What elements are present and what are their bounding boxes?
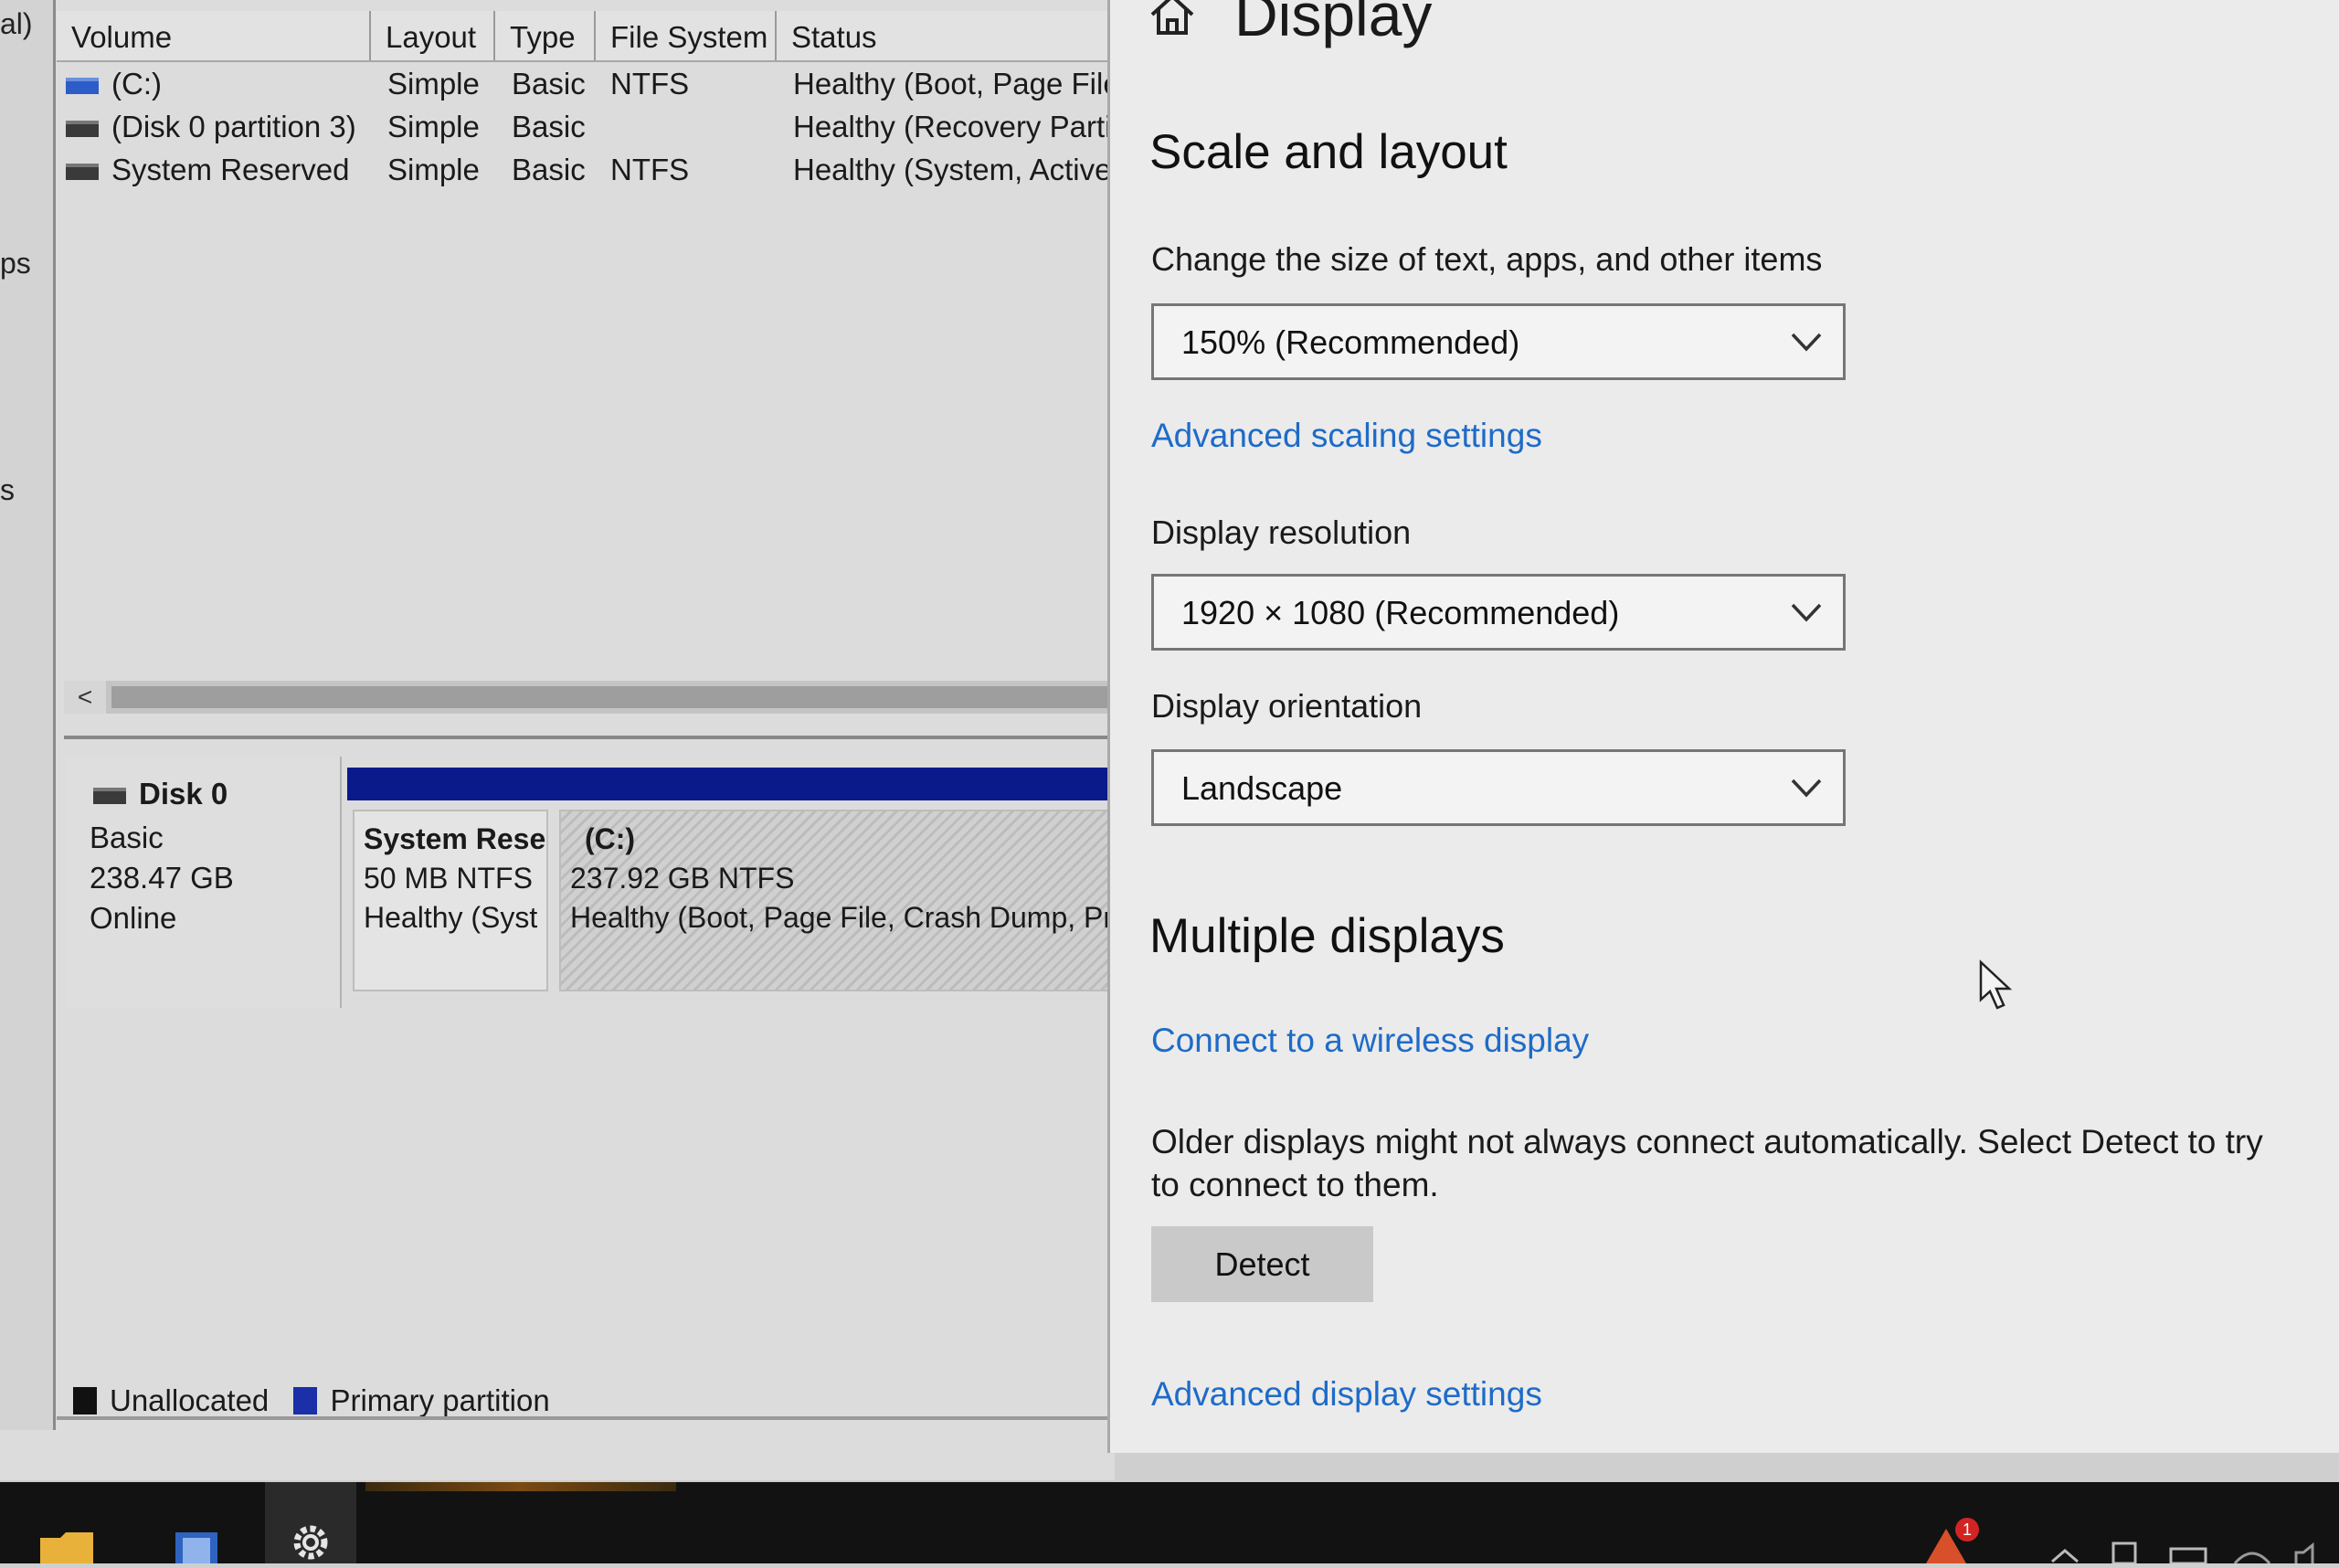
disk-type: Basic bbox=[90, 821, 164, 854]
column-header-type[interactable]: Type bbox=[495, 11, 596, 60]
network-icon[interactable] bbox=[2165, 1543, 2211, 1563]
partition-name: (C:) bbox=[585, 822, 636, 855]
partition-system-reserved[interactable]: System Rese 50 MB NTFS Healthy (Syst bbox=[347, 768, 554, 991]
volume-list: Volume Layout Type File System Status (C… bbox=[57, 11, 1115, 191]
legend-unallocated-swatch bbox=[73, 1387, 97, 1415]
legend-primary-label: Primary partition bbox=[330, 1383, 550, 1418]
scale-label: Change the size of text, apps, and other… bbox=[1151, 240, 1823, 278]
left-pane-text: s bbox=[0, 473, 15, 506]
taskbar: 1 bbox=[0, 1482, 2339, 1563]
gear-icon bbox=[293, 1525, 328, 1560]
volume-fs: NTFS bbox=[610, 67, 690, 101]
volume-status: Healthy (Recovery Partit bbox=[793, 110, 1115, 143]
window-bottom-border bbox=[57, 1416, 1117, 1420]
pane-splitter[interactable] bbox=[64, 736, 1115, 739]
volume-icon[interactable] bbox=[2289, 1542, 2334, 1563]
volume-type: Basic bbox=[512, 153, 586, 186]
detect-button[interactable]: Detect bbox=[1151, 1226, 1373, 1302]
partition-status: Healthy (Syst bbox=[364, 901, 538, 934]
partition-size: 50 MB NTFS bbox=[364, 862, 533, 895]
disk-management-window: al) ps s Volume Layout Type File System … bbox=[0, 0, 1117, 1480]
column-header-volume[interactable]: Volume bbox=[57, 11, 371, 60]
partition-body: (C:) 237.92 GB NTFS Healthy (Boot, Page … bbox=[559, 810, 1115, 991]
orientation-dropdown[interactable]: Landscape bbox=[1151, 749, 1846, 826]
disk-info-panel[interactable]: Disk 0 Basic 238.47 GB Online bbox=[66, 757, 342, 1008]
taskbar-active-indicator bbox=[365, 1482, 676, 1491]
legend-primary-swatch bbox=[293, 1387, 318, 1415]
volume-type: Basic bbox=[512, 67, 586, 101]
disk-management-taskbar-icon[interactable] bbox=[164, 1523, 228, 1563]
volume-fs: NTFS bbox=[610, 153, 690, 186]
resolution-dropdown[interactable]: 1920 × 1080 (Recommended) bbox=[1151, 574, 1846, 651]
scale-dropdown[interactable]: 150% (Recommended) bbox=[1151, 303, 1846, 380]
orientation-value: Landscape bbox=[1181, 769, 1343, 807]
chevron-down-icon bbox=[1791, 603, 1822, 622]
advanced-display-link[interactable]: Advanced display settings bbox=[1151, 1375, 1542, 1414]
column-header-file-system[interactable]: File System bbox=[596, 11, 777, 60]
disk-state: Online bbox=[90, 901, 177, 935]
left-pane-strip: al) ps s bbox=[0, 0, 56, 1430]
left-pane-text: ps bbox=[0, 247, 31, 280]
partition-name: System Rese bbox=[364, 822, 546, 855]
chevron-down-icon bbox=[1791, 333, 1822, 352]
volume-disk-icon bbox=[66, 121, 99, 138]
settings-display-window: Display Scale and layout Change the size… bbox=[1107, 0, 2339, 1453]
resolution-value: 1920 × 1080 (Recommended) bbox=[1181, 594, 1620, 631]
volume-disk-icon bbox=[66, 164, 99, 181]
advanced-scaling-link[interactable]: Advanced scaling settings bbox=[1151, 417, 1542, 455]
volume-layout: Simple bbox=[387, 67, 480, 101]
chevron-down-icon bbox=[1791, 779, 1822, 798]
volume-type: Basic bbox=[512, 110, 586, 143]
wireless-display-link[interactable]: Connect to a wireless display bbox=[1151, 1022, 1589, 1060]
legend-unallocated-label: Unallocated bbox=[110, 1383, 270, 1418]
orientation-label: Display orientation bbox=[1151, 687, 1423, 725]
settings-taskbar-button[interactable] bbox=[265, 1482, 356, 1563]
resolution-label: Display resolution bbox=[1151, 514, 1412, 551]
chevron-up-icon[interactable] bbox=[2047, 1545, 2083, 1563]
horizontal-scrollbar[interactable]: < bbox=[64, 681, 1117, 714]
notification-badge: 1 bbox=[1955, 1518, 1979, 1542]
volume-name: (C:) bbox=[111, 67, 162, 101]
tray-app-icon[interactable]: 1 bbox=[1919, 1518, 1983, 1563]
home-icon[interactable] bbox=[1147, 0, 1198, 37]
legend: Unallocated Primary partition bbox=[73, 1382, 550, 1418]
volume-layout: Simple bbox=[387, 110, 480, 143]
wifi-icon[interactable] bbox=[2229, 1543, 2275, 1563]
scroll-left-button[interactable]: < bbox=[64, 681, 106, 714]
mouse-cursor-icon bbox=[1979, 959, 2013, 1010]
page-title: Display bbox=[1234, 0, 1433, 48]
file-explorer-icon[interactable] bbox=[37, 1527, 97, 1563]
volume-name: (Disk 0 partition 3) bbox=[111, 110, 356, 143]
disk-name: Disk 0 bbox=[139, 777, 228, 810]
table-row[interactable]: (Disk 0 partition 3) Simple Basic Health… bbox=[57, 105, 1115, 148]
volume-list-header: Volume Layout Type File System Status bbox=[57, 11, 1115, 62]
partition-c[interactable]: (C:) 237.92 GB NTFS Healthy (Boot, Page … bbox=[554, 768, 1115, 991]
scale-layout-heading: Scale and layout bbox=[1149, 125, 1508, 179]
column-header-status[interactable]: Status bbox=[777, 11, 1115, 60]
volume-layout: Simple bbox=[387, 153, 480, 186]
table-row[interactable]: System Reserved Simple Basic NTFS Health… bbox=[57, 148, 1115, 191]
volume-status: Healthy (Boot, Page File bbox=[793, 67, 1115, 101]
scale-value: 150% (Recommended) bbox=[1181, 323, 1520, 361]
partition-status: Healthy (Boot, Page File, Crash Dump, Pr bbox=[570, 901, 1114, 934]
volume-disk-icon bbox=[66, 78, 99, 95]
partition-bar bbox=[347, 768, 554, 800]
volume-status: Healthy (System, Active, bbox=[793, 153, 1115, 186]
left-pane-text: al) bbox=[0, 7, 33, 40]
partition-size: 237.92 GB NTFS bbox=[570, 862, 795, 895]
scroll-thumb[interactable] bbox=[111, 686, 1117, 708]
table-row[interactable]: (C:) Simple Basic NTFS Healthy (Boot, Pa… bbox=[57, 62, 1115, 105]
multiple-displays-heading: Multiple displays bbox=[1149, 909, 1505, 963]
older-displays-text: Older displays might not always connect … bbox=[1151, 1123, 2263, 1203]
disk-size: 238.47 GB bbox=[90, 861, 234, 895]
column-header-layout[interactable]: Layout bbox=[371, 11, 495, 60]
partition-bar bbox=[554, 768, 1115, 800]
volume-name: System Reserved bbox=[111, 153, 350, 186]
battery-icon[interactable] bbox=[2106, 1540, 2143, 1563]
disk-icon bbox=[93, 788, 126, 805]
partition-body: System Rese 50 MB NTFS Healthy (Syst bbox=[353, 810, 548, 991]
